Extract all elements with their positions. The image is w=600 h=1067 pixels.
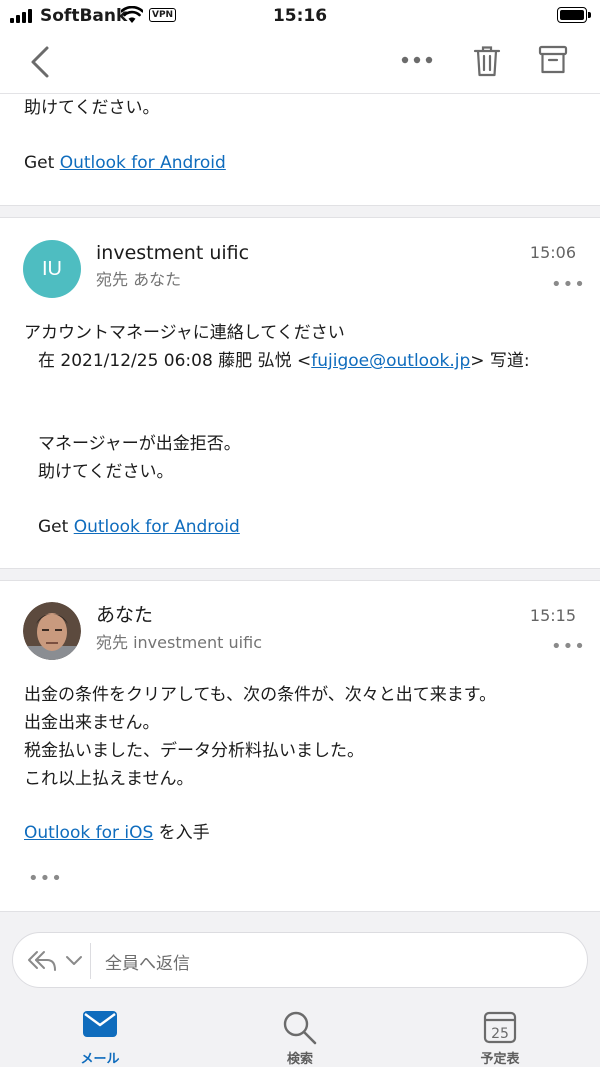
recipient-line: 宛先 investment uific [96,633,262,652]
email-link[interactable]: fujigoe@outlook.jp [311,351,470,371]
reply-bar[interactable]: 全員へ返信 [12,932,588,988]
message-card-1: 助けてください。 Get Outlook for Android [0,94,600,206]
archive-icon[interactable] [538,44,568,76]
ellipsis-icon[interactable] [400,54,434,66]
status-bar: SoftBank VPN 15:16 [0,0,600,32]
message-time: 15:15 [529,606,576,625]
expand-quoted-icon[interactable]: ••• [28,868,63,889]
message-more-icon[interactable]: ••• [551,636,586,657]
message-more-icon[interactable]: ••• [551,274,586,295]
outlook-android-link[interactable]: Outlook for Android [74,517,240,537]
calendar-icon: 25 [483,1011,517,1044]
reply-input[interactable]: 全員へ返信 [105,949,190,974]
quote-suffix: > 写道: [470,351,530,371]
message-body-line: これ以上払えません。 [24,769,194,789]
message-body-line: 出金出来ません。 [24,713,160,733]
message-body-line: アカウントマネージャに連絡してください [24,323,345,343]
tab-label: メール [80,1052,120,1067]
tab-label: 予定表 [480,1052,520,1067]
chevron-left-icon[interactable] [28,44,52,80]
signature: Outlook for iOS を入手 [24,821,210,845]
message-body-line: 出金の条件をクリアしても、次の条件が、次々と出て来ます。 [24,685,497,705]
signature-suffix: を入手 [153,823,210,843]
reply-divider [90,943,91,979]
signature-prefix: Get [38,517,74,537]
message-body-line: 助けてください。 [24,98,160,118]
mail-icon [83,1011,117,1037]
tab-bar: メール 検索 25 予定表 [0,996,600,1067]
trash-icon[interactable] [472,44,502,78]
message-body-line: 税金払いました、データ分析料払いました。 [24,741,364,761]
signature: Get Outlook for Android [24,151,226,175]
quote-header: 在 2021/12/25 06:08 藤肥 弘悦 <fujigoe@outloo… [38,349,530,373]
sender-name: あなた [96,604,154,626]
tab-label: 検索 [286,1052,313,1067]
nav-bar [0,32,600,94]
avatar [23,602,81,660]
chevron-down-icon[interactable] [65,955,83,967]
message-card-2[interactable]: IU investment uific 宛先 あなた 15:06 ••• アカウ… [0,217,600,569]
reply-all-icon[interactable] [27,950,57,972]
signature-prefix: Get [24,153,60,173]
battery-icon [557,7,591,23]
quote-line: マネージャーが出金拒否。 [38,434,241,454]
recipient-line: 宛先 あなた [96,270,182,289]
search-icon [283,1011,317,1045]
avatar: IU [23,240,81,298]
calendar-date: 25 [491,1026,509,1042]
sender-name: investment uific [96,242,250,264]
message-time: 15:06 [529,243,576,262]
outlook-ios-link[interactable]: Outlook for iOS [24,823,153,843]
quote-line: 助けてください。 [38,462,174,482]
message-card-3[interactable]: あなた 宛先 investment uific 15:15 ••• 出金の条件を… [0,580,600,912]
signature: Get Outlook for Android [38,515,240,539]
outlook-android-link[interactable]: Outlook for Android [60,153,226,173]
quote-prefix: 在 2021/12/25 06:08 藤肥 弘悦 < [38,351,312,371]
clock: 15:16 [272,6,328,26]
